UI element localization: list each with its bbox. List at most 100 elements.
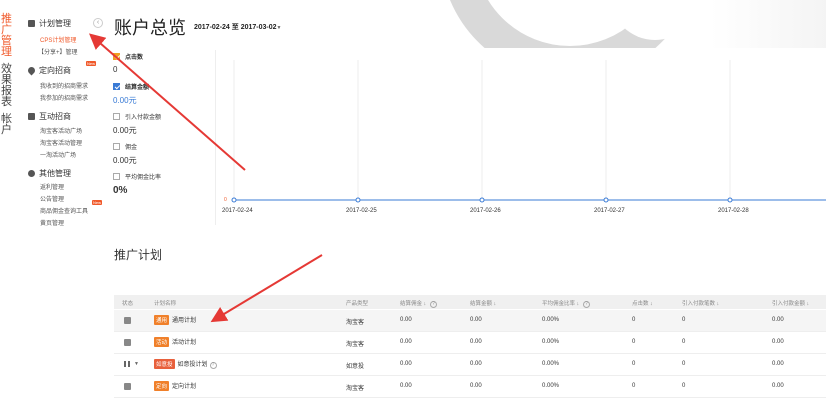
- x-tick-label: 2017-02-25: [346, 208, 377, 214]
- cell-commission: 0.00: [400, 339, 412, 345]
- col-avg-rate[interactable]: 平均佣金比率 ↓ ?: [542, 299, 590, 308]
- help-icon: ?: [429, 301, 437, 308]
- metric-checkbox[interactable]: [113, 113, 120, 120]
- metric-checkbox[interactable]: [113, 53, 120, 60]
- metric-checkbox[interactable]: [113, 173, 120, 180]
- thumb-icon[interactable]: [124, 339, 131, 346]
- group-targeted-invite[interactable]: 定向招商: [26, 65, 71, 76]
- plan-type: 淘宝客: [346, 320, 365, 326]
- link-commission-tool[interactable]: 商品佣金查询工具: [40, 206, 88, 215]
- new-badge: New: [92, 200, 103, 205]
- cell-orders: 0: [682, 361, 686, 367]
- left-rail: 推广管理 效果报表 帐户: [0, 0, 24, 240]
- cell-pay: 0.00: [772, 339, 784, 345]
- doc-icon: [28, 20, 35, 27]
- link-received-requests[interactable]: 我收到的招商需求: [40, 81, 88, 90]
- link-activity-square[interactable]: 淘宝客活动广场: [40, 126, 82, 135]
- rail-item-account[interactable]: 帐户: [1, 114, 15, 136]
- collapse-chevron-icon[interactable]: ‹: [93, 18, 103, 28]
- table-row[interactable]: 活动 活动计划 淘宝客 0.00 0.00 0.00% 0 0 0.00: [114, 332, 826, 354]
- cell-orders: 0: [682, 339, 686, 345]
- section-title: 推广计划: [114, 248, 163, 262]
- cell-commission: 0.00: [400, 317, 412, 323]
- link-activity-management[interactable]: 淘宝客活动管理: [40, 138, 82, 147]
- bag-icon: [28, 113, 35, 120]
- page-title: 账户总览: [114, 18, 186, 38]
- plan-name[interactable]: 活动 活动计划: [154, 337, 196, 347]
- cell-amount: 0.00: [470, 383, 482, 389]
- metric-payment-amount[interactable]: 引入付款金额 0.00元: [113, 112, 161, 136]
- link-rebate[interactable]: 返利管理: [40, 182, 64, 191]
- plan-type: 如意投: [346, 364, 365, 370]
- col-commission[interactable]: 结算佣金 ↓ ?: [400, 299, 437, 308]
- col-amount[interactable]: 结算金额 ↓: [470, 299, 496, 307]
- table-row[interactable]: 通用 通用计划 淘宝客 0.00 0.00 0.00% 0 0 0.00: [114, 310, 826, 332]
- col-clicks[interactable]: 点击数 ↓: [632, 299, 653, 307]
- pin-icon: [26, 65, 37, 76]
- cell-clicks: 0: [632, 339, 636, 345]
- new-badge: New: [86, 61, 97, 66]
- metric-commission[interactable]: 佣金 0.00元: [113, 142, 137, 166]
- thumb-icon[interactable]: [124, 317, 131, 324]
- cell-clicks: 0: [632, 317, 636, 323]
- plan-name[interactable]: 通用 通用计划: [154, 315, 196, 325]
- sub-menu: 计划管理 CPS计划管理 【分享+】管理 定向招商 New 我收到的招商需求 我…: [24, 10, 104, 235]
- metric-avg-rate[interactable]: 平均佣金比率 0%: [113, 172, 161, 196]
- col-name: 计划名称: [154, 301, 177, 307]
- group-other-management[interactable]: 其他管理: [28, 168, 71, 179]
- table-row[interactable]: 定向 定向计划 淘宝客 0.00 0.00 0.00% 0 0 0.00: [114, 376, 826, 398]
- link-joined-requests[interactable]: 我参加的招商需求: [40, 93, 88, 102]
- metric-checkbox[interactable]: [113, 83, 120, 90]
- x-tick-label: 2017-02-26: [470, 208, 501, 214]
- chart-svg: [231, 60, 826, 203]
- plan-name[interactable]: 定向 定向计划: [154, 381, 196, 391]
- metric-value: 0%: [113, 185, 128, 196]
- group-plan-management[interactable]: 计划管理: [28, 18, 71, 29]
- header-decoration: [410, 0, 826, 48]
- caret-down-icon[interactable]: ▼: [134, 361, 139, 367]
- link-share-plus[interactable]: 【分享+】管理: [38, 47, 78, 56]
- help-icon: ?: [582, 301, 590, 308]
- metric-clicks[interactable]: 点击数 0: [113, 52, 143, 74]
- caret-down-icon: ▼: [276, 25, 282, 31]
- table-row[interactable]: ▼ 如意投 如意投计划? 如意投 0.00 0.00 0.00% 0 0 0.00: [114, 354, 826, 376]
- data-point: [479, 197, 485, 203]
- thumb-icon[interactable]: [124, 383, 131, 390]
- data-point: [231, 197, 237, 203]
- col-orders[interactable]: 引入付款笔数 ↓: [682, 299, 719, 307]
- date-range-picker[interactable]: 2017-02-24 至 2017-03-02▼: [194, 22, 281, 32]
- cell-pay: 0.00: [772, 361, 784, 367]
- link-cps-plan[interactable]: CPS计划管理: [40, 35, 76, 44]
- cell-rate: 0.00%: [542, 361, 560, 367]
- rail-item-promotion[interactable]: 推广管理: [1, 14, 15, 58]
- plan-type: 淘宝客: [346, 386, 365, 392]
- info-icon: [28, 170, 35, 177]
- plan-type: 淘宝客: [346, 342, 365, 348]
- data-point: [355, 197, 361, 203]
- cell-pay: 0.00: [772, 317, 784, 323]
- data-point: [727, 197, 733, 203]
- y-tick-label: 0: [224, 197, 227, 203]
- help-icon: ?: [209, 362, 217, 369]
- x-tick-label: 2017-02-24: [222, 208, 253, 214]
- cell-rate: 0.00%: [542, 317, 560, 323]
- table-header: 状态 计划名称 产品类型 结算佣金 ↓ ? 结算金额 ↓ 平均佣金比率 ↓ ? …: [114, 295, 826, 309]
- pause-icon[interactable]: [124, 361, 130, 367]
- cell-amount: 0.00: [470, 361, 482, 367]
- x-tick-label: 2017-02-28: [718, 208, 749, 214]
- col-pay[interactable]: 引入付款金额 ↓: [772, 299, 809, 307]
- line-chart: [215, 50, 826, 225]
- rail-item-reports[interactable]: 效果报表: [1, 64, 15, 108]
- link-yellow-pages[interactable]: 黄页管理: [40, 218, 64, 227]
- cell-rate: 0.00%: [542, 383, 560, 389]
- cell-commission: 0.00: [400, 383, 412, 389]
- cell-clicks: 0: [632, 361, 636, 367]
- metric-settled-amount[interactable]: 结算金额 0.00元: [113, 82, 149, 106]
- metric-checkbox[interactable]: [113, 143, 120, 150]
- plan-name[interactable]: 如意投 如意投计划?: [154, 359, 217, 369]
- link-etao-square[interactable]: 一淘活动广场: [40, 150, 76, 159]
- group-interactive-invite[interactable]: 互动招商: [28, 111, 71, 122]
- link-notice[interactable]: 公告管理: [40, 194, 64, 203]
- cell-amount: 0.00: [470, 317, 482, 323]
- cell-rate: 0.00%: [542, 339, 560, 345]
